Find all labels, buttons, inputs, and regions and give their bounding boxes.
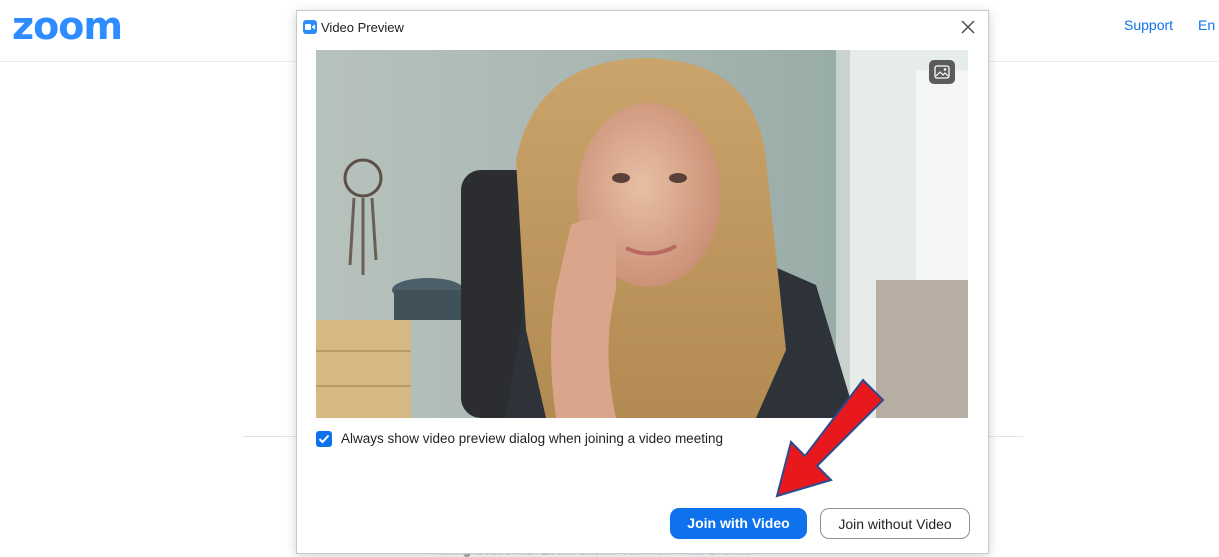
zoom-app-icon	[303, 20, 317, 34]
zoom-logo[interactable]: zoom	[12, 6, 123, 46]
dialog-titlebar: Video Preview	[297, 11, 988, 45]
join-without-video-button[interactable]: Join without Video	[820, 508, 970, 539]
background-settings-button[interactable]	[929, 60, 955, 84]
video-preview	[316, 50, 968, 418]
always-show-preview-label: Always show video preview dialog when jo…	[341, 431, 723, 446]
support-link[interactable]: Support	[1124, 17, 1173, 33]
webcam-feed-image	[316, 50, 968, 418]
dialog-title: Video Preview	[321, 20, 404, 35]
video-preview-dialog: Video Preview Always show video preview …	[296, 10, 989, 554]
image-icon	[934, 65, 950, 79]
join-with-video-button[interactable]: Join with Video	[670, 508, 807, 539]
annotation-arrow-icon	[775, 378, 885, 498]
close-icon[interactable]	[957, 16, 979, 38]
checkmark-icon	[318, 434, 330, 444]
language-link[interactable]: En	[1198, 17, 1219, 33]
always-show-preview-checkbox[interactable]	[316, 431, 332, 447]
